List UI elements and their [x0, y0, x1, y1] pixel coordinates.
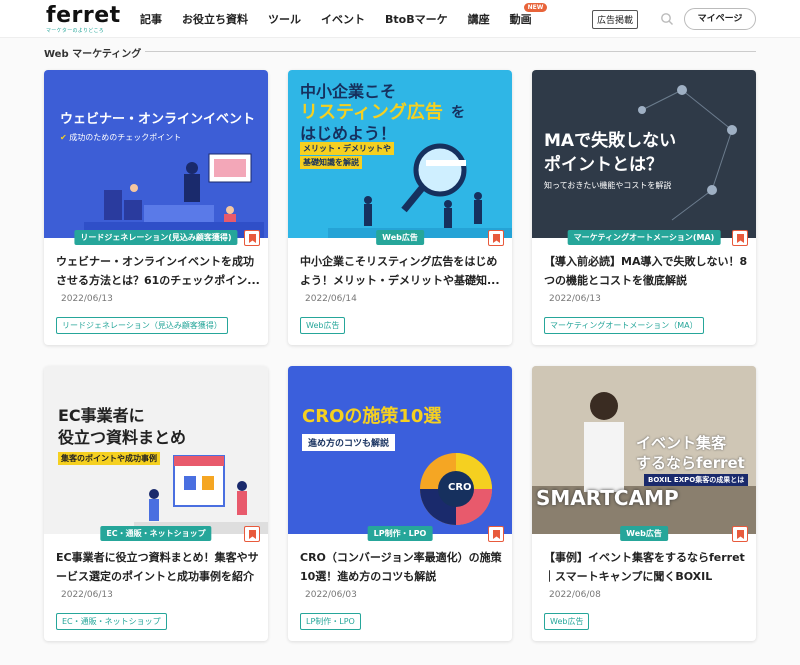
card-date: 2022/06/13 [549, 294, 601, 304]
thumb-text: EC事業者に [58, 406, 145, 425]
section-title: Web マーケティング [44, 49, 142, 60]
thumb-text: ポイントとは？ [544, 155, 663, 175]
article-card[interactable]: MAで失敗しない ポイントとは？ 知っておきたい機能やコストを解説 マーケティン… [532, 70, 756, 345]
card-thumbnail: 中小企業こそ リスティング広告 を はじめよう！ メリット・デメリットや 基礎知… [288, 70, 512, 238]
ferret-logo[interactable]: ferret マーケターのよりどころ [46, 3, 121, 35]
logo-tagline: マーケターのよりどころ [46, 28, 105, 34]
thumb-text: するならferret [636, 454, 745, 472]
category-label[interactable]: LP制作・LPO [367, 526, 433, 541]
nav-item-btob[interactable]: BtoBマーケ [385, 11, 448, 27]
category-tag[interactable]: リードジェネレーション（見込み顧客獲得） [56, 317, 228, 334]
card-title[interactable]: EC事業者に役立つ資料まとめ！集客やサービス選定のポイントと成功事例を紹介 [56, 548, 260, 586]
category-label[interactable]: EC・通販・ネットショップ [100, 526, 212, 541]
thumb-text: CROの施策10選 [302, 406, 442, 427]
card-title[interactable]: 中小企業こそリスティング広告をはじめよう！メリット・デメリットや基礎知... [300, 252, 504, 290]
card-title[interactable]: CRO（コンバージョン率最適化）の施策10選！進め方のコツも解説 [300, 548, 504, 586]
bookmark-button[interactable] [244, 526, 260, 542]
article-card[interactable]: イベント集客 するならferret BOXIL EXPO集客の成果とは SMAR… [532, 366, 756, 641]
category-label[interactable]: マーケティングオートメーション(MA) [567, 230, 721, 245]
card-thumbnail: イベント集客 するならferret BOXIL EXPO集客の成果とは SMAR… [532, 366, 756, 534]
thumb-text: MAで失敗しない [544, 131, 677, 151]
nav-item-videos-label: 動画 [509, 13, 532, 26]
card-title[interactable]: 【導入前必読】MA導入で失敗しない！8つの機能とコストを徹底解説 [544, 252, 748, 290]
card-date: 2022/06/13 [61, 590, 113, 600]
card-thumbnail: EC事業者に 役立つ資料まとめ 集客のポイントや成功事例 [44, 366, 268, 534]
shop-illustration [134, 455, 268, 534]
bookmark-button[interactable] [732, 526, 748, 542]
card-date: 2022/06/13 [61, 294, 113, 304]
section-divider [145, 51, 756, 52]
bookmark-icon [493, 530, 500, 539]
thumb-text: ウェビナー・オンラインイベント [60, 112, 256, 127]
category-tag[interactable]: マーケティングオートメーション（MA） [544, 317, 704, 334]
bookmark-icon [737, 530, 744, 539]
article-card[interactable]: CROの施策10選 進め方のコツも解説 CRO LP制作・LPO CRO（コンバ… [288, 366, 512, 641]
nav-item-articles[interactable]: 記事 [140, 11, 162, 27]
thumb-subtext: 進め方のコツも解説 [302, 434, 396, 451]
card-title[interactable]: ウェビナー・オンラインイベントを成功させる方法とは？61のチェックポイン... [56, 252, 260, 290]
category-tag[interactable]: Web広告 [544, 613, 590, 630]
article-card[interactable]: EC事業者に 役立つ資料まとめ 集客のポイントや成功事例 EC・通販・ネットショ… [44, 366, 268, 641]
bookmark-icon [249, 234, 256, 243]
card-thumbnail: ウェビナー・オンラインイベント ✔ 成功のためのチェックポイント [44, 70, 268, 238]
thumb-text: CRO [448, 482, 472, 493]
article-card[interactable]: 中小企業こそ リスティング広告 を はじめよう！ メリット・デメリットや 基礎知… [288, 70, 512, 345]
card-date: 2022/06/14 [305, 294, 357, 304]
search-icon[interactable] [660, 12, 674, 26]
category-tag[interactable]: EC・通販・ネットショップ [56, 613, 167, 630]
category-label[interactable]: リードジェネレーション(見込み顧客獲得) [74, 230, 238, 245]
ad-placement-button[interactable]: 広告掲載 [592, 10, 639, 29]
mypage-button[interactable]: マイページ [684, 8, 756, 30]
nav-item-videos[interactable]: 動画 NEW [509, 3, 548, 27]
bookmark-button[interactable] [732, 230, 748, 246]
nav-item-events[interactable]: イベント [321, 11, 365, 27]
bookmark-icon [249, 530, 256, 539]
card-thumbnail: CROの施策10選 進め方のコツも解説 CRO [288, 366, 512, 534]
webinar-illustration [84, 153, 264, 238]
new-badge: NEW [523, 3, 548, 12]
thumb-subtext: 知っておきたい機能やコストを解説 [544, 181, 672, 190]
category-tag[interactable]: Web広告 [300, 317, 346, 334]
card-thumbnail: MAで失敗しない ポイントとは？ 知っておきたい機能やコストを解説 [532, 70, 756, 238]
thumb-text: 役立つ資料まとめ [58, 428, 187, 447]
main-nav: 記事 お役立ち資料 ツール イベント BtoBマーケ 講座 動画 NEW [140, 3, 548, 27]
magnifier-illustration [328, 143, 512, 238]
thumb-subtext: BOXIL EXPO集客の成果とは [644, 474, 749, 486]
card-title[interactable]: 【事例】イベント集客をするならferret｜スマートキャンプに聞くBOXIL E… [544, 548, 748, 586]
logo-text: ferret [46, 3, 121, 28]
bookmark-icon [737, 234, 744, 243]
category-tag[interactable]: LP制作・LPO [300, 613, 361, 630]
site-header: ferret マーケターのよりどころ 記事 お役立ち資料 ツール イベント Bt… [0, 0, 800, 38]
category-label[interactable]: Web広告 [620, 526, 668, 541]
card-date: 2022/06/08 [549, 590, 601, 600]
article-card[interactable]: ウェビナー・オンラインイベント ✔ 成功のためのチェックポイント リードジェネレ… [44, 70, 268, 345]
nav-item-courses[interactable]: 講座 [468, 11, 490, 27]
thumb-text: SMARTCAMP [536, 486, 679, 510]
thumb-text: イベント集客 [636, 434, 727, 452]
nav-item-tools[interactable]: ツール [268, 11, 301, 27]
thumb-subtext: ✔ 成功のためのチェックポイント [60, 133, 182, 142]
nav-item-resources[interactable]: お役立ち資料 [182, 11, 248, 27]
bookmark-icon [493, 234, 500, 243]
category-label[interactable]: Web広告 [376, 230, 424, 245]
bookmark-button[interactable] [488, 230, 504, 246]
card-date: 2022/06/03 [305, 590, 357, 600]
bookmark-button[interactable] [244, 230, 260, 246]
thumb-text: を [451, 105, 465, 121]
bookmark-button[interactable] [488, 526, 504, 542]
